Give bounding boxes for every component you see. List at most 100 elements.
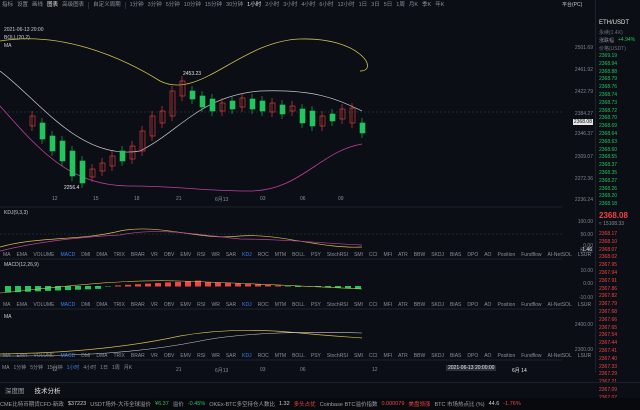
- ask-price[interactable]: 2368.94: [599, 61, 617, 67]
- indicator-tab[interactable]: EMV: [177, 353, 194, 359]
- bid-price[interactable]: 2367.65: [599, 325, 617, 331]
- indicator-tab[interactable]: KDJ: [239, 302, 254, 308]
- indicator-tab[interactable]: SMI: [351, 252, 366, 258]
- indicator-tab[interactable]: SKDJ: [428, 252, 447, 258]
- indicator-tab[interactable]: StochRSI: [324, 302, 351, 308]
- timeframe-item[interactable]: 月K: [122, 364, 134, 371]
- indicator-tab[interactable]: SAR: [223, 302, 239, 308]
- toolbar-item[interactable]: 30分钟: [224, 0, 245, 11]
- bid-price[interactable]: 2367.33: [599, 364, 617, 370]
- ask-price[interactable]: 2368.76: [599, 84, 617, 90]
- ticker-label[interactable]: 多头占优: [294, 400, 316, 408]
- indicator-tab[interactable]: RSI: [194, 252, 208, 258]
- ticker-label[interactable]: USDT场外-大币全球溢价: [90, 400, 151, 408]
- indicator-tab[interactable]: BOLL: [289, 353, 308, 359]
- toolbar-item[interactable]: 图表: [45, 0, 60, 11]
- ask-price[interactable]: 2368.70: [599, 115, 617, 121]
- ask-price[interactable]: 2369.19: [599, 53, 617, 59]
- ask-price[interactable]: 2368.20: [599, 193, 617, 199]
- indicator-tab[interactable]: CCI: [366, 353, 381, 359]
- toolbar-item[interactable]: 1分钟: [128, 0, 146, 11]
- indicator-tab[interactable]: BBW: [411, 252, 428, 258]
- indicator-tab[interactable]: BBW: [411, 302, 428, 308]
- indicator-tab[interactable]: EMV: [177, 302, 194, 308]
- toolbar-item[interactable]: 指标: [0, 0, 15, 11]
- indicator-tab[interactable]: StochRSI: [324, 252, 351, 258]
- indicator-tab[interactable]: BBW: [411, 353, 428, 359]
- indicator-tab[interactable]: AI-NetSOL: [545, 252, 575, 258]
- indicator-tab[interactable]: VR: [148, 252, 161, 258]
- indicator-tab[interactable]: MA: [0, 353, 14, 359]
- indicator-tab[interactable]: EMA: [14, 252, 31, 258]
- indicator-tab[interactable]: ATR: [395, 302, 411, 308]
- toolbar-item[interactable]: 1周: [394, 0, 407, 11]
- indicator-tab[interactable]: LSUR: [575, 353, 594, 359]
- indicator-tab[interactable]: PSY: [308, 353, 324, 359]
- bid-price[interactable]: 2368.07: [599, 247, 617, 253]
- timeframe-item[interactable]: 4小时: [81, 364, 98, 371]
- ticker-label[interactable]: OKEx-BTC多空持仓人数比: [209, 400, 275, 408]
- indicator-tab[interactable]: WR: [209, 252, 223, 258]
- bid-price[interactable]: 2367.54: [599, 332, 617, 338]
- indicator-tab[interactable]: DMA: [93, 353, 110, 359]
- indicator-tab[interactable]: Fundflow: [518, 252, 544, 258]
- toolbar-item[interactable]: 1小时: [245, 0, 263, 11]
- indicator-tab[interactable]: ROC: [255, 302, 272, 308]
- toolbar-item[interactable]: 月K: [407, 0, 420, 11]
- bid-price[interactable]: 2368.02: [599, 254, 617, 260]
- toolbar-item[interactable]: 4小时: [299, 0, 317, 11]
- bid-price[interactable]: 2368.17: [599, 231, 617, 237]
- indicator-tab[interactable]: BIAS: [447, 353, 464, 359]
- bid-price[interactable]: 2367.86: [599, 286, 617, 292]
- indicator-tab[interactable]: WR: [209, 353, 223, 359]
- indicator-tab[interactable]: AO: [481, 353, 494, 359]
- indicator-tab[interactable]: TRIX: [111, 353, 128, 359]
- indicator-tab[interactable]: CCI: [366, 252, 381, 258]
- indicator-tab[interactable]: PSY: [308, 252, 324, 258]
- indicator-tab[interactable]: EMA: [14, 302, 31, 308]
- toolbar-item[interactable]: 5日: [382, 0, 395, 11]
- indicator-tab[interactable]: ATR: [395, 353, 411, 359]
- toolbar-item[interactable]: 3分钟: [146, 0, 164, 11]
- ticker-label[interactable]: 溢价: [173, 400, 184, 408]
- indicator-tab[interactable]: KDJ: [239, 353, 254, 359]
- indicator-tab[interactable]: AI-NetSOL: [545, 353, 575, 359]
- indicator-tab[interactable]: BOLL: [289, 302, 308, 308]
- toolbar-right-label[interactable]: 平台(PC): [562, 1, 582, 8]
- indicator-tab[interactable]: DMI: [78, 252, 93, 258]
- bid-price[interactable]: 2367.41: [599, 348, 617, 354]
- tab-technical[interactable]: 技术分析: [30, 385, 66, 395]
- indicator-tab[interactable]: MACD: [57, 302, 78, 308]
- toolbar-item[interactable]: 季K: [420, 0, 433, 11]
- indicator-tab[interactable]: MTM: [272, 302, 289, 308]
- indicator-tab[interactable]: SAR: [223, 353, 239, 359]
- bid-price[interactable]: 2367.79: [599, 301, 617, 307]
- toolbar-item[interactable]: 画线: [30, 0, 45, 11]
- indicator-tab[interactable]: BRAR: [128, 353, 148, 359]
- indicator-tab[interactable]: StochRSI: [324, 353, 351, 359]
- indicator-tab[interactable]: MFI: [381, 353, 396, 359]
- indicator-tab[interactable]: SMI: [351, 353, 366, 359]
- toolbar-item[interactable]: 高级图表: [60, 0, 86, 11]
- ask-price[interactable]: 2368.26: [599, 186, 617, 192]
- indicator-tab[interactable]: AO: [481, 302, 494, 308]
- indicator-tab[interactable]: VOLUME: [30, 302, 57, 308]
- toolbar-item[interactable]: 5分钟: [164, 0, 182, 11]
- indicator-tab[interactable]: Position: [494, 302, 518, 308]
- indicator-tab[interactable]: Position: [494, 353, 518, 359]
- price-chart-svg[interactable]: [0, 11, 595, 373]
- indicator-tab[interactable]: Position: [494, 252, 518, 258]
- ticker-label[interactable]: 美盘领涨: [408, 400, 430, 408]
- indicator-tab[interactable]: SMI: [351, 302, 366, 308]
- ticker-label[interactable]: BTC 市场热点比 (%): [434, 400, 484, 408]
- toolbar-item[interactable]: 10分钟: [182, 0, 203, 11]
- indicator-tab[interactable]: VR: [148, 353, 161, 359]
- chart-area[interactable]: [0, 11, 595, 373]
- indicator-tab[interactable]: DMA: [93, 252, 110, 258]
- toolbar-item[interactable]: 自定义周期: [91, 0, 123, 11]
- indicator-tab[interactable]: BOLL: [289, 252, 308, 258]
- ticker-label[interactable]: Coinbase BTC溢价指数: [320, 400, 378, 408]
- indicator-tab[interactable]: WR: [209, 302, 223, 308]
- indicator-tab[interactable]: MA: [0, 302, 14, 308]
- indicator-tab[interactable]: ROC: [255, 252, 272, 258]
